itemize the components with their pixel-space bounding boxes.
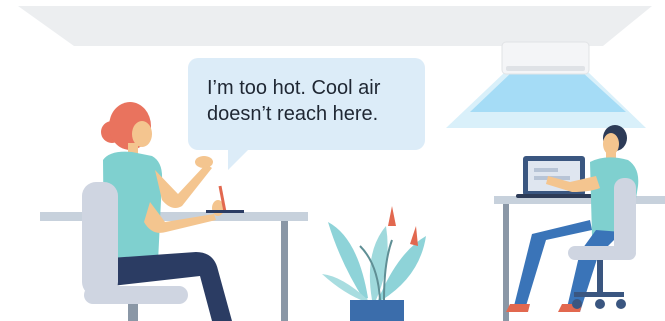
speech-line-2: doesn’t reach here.: [207, 103, 379, 125]
laptop-icon: [516, 156, 594, 198]
speech-bubble-text: I’m too hot. Cool air doesn’t reach here…: [207, 75, 412, 127]
office-illustration: [18, 6, 665, 321]
air-conditioner-icon: [501, 41, 590, 75]
ceiling: [18, 6, 652, 46]
speech-bubble: I’m too hot. Cool air doesn’t reach here…: [188, 58, 425, 170]
office-scene: I’m too hot. Cool air doesn’t reach here…: [0, 0, 665, 321]
speech-line-1: I’m too hot. Cool air: [207, 77, 381, 99]
plant-icon: [322, 206, 426, 321]
speech-bubble-tail: [228, 148, 250, 170]
